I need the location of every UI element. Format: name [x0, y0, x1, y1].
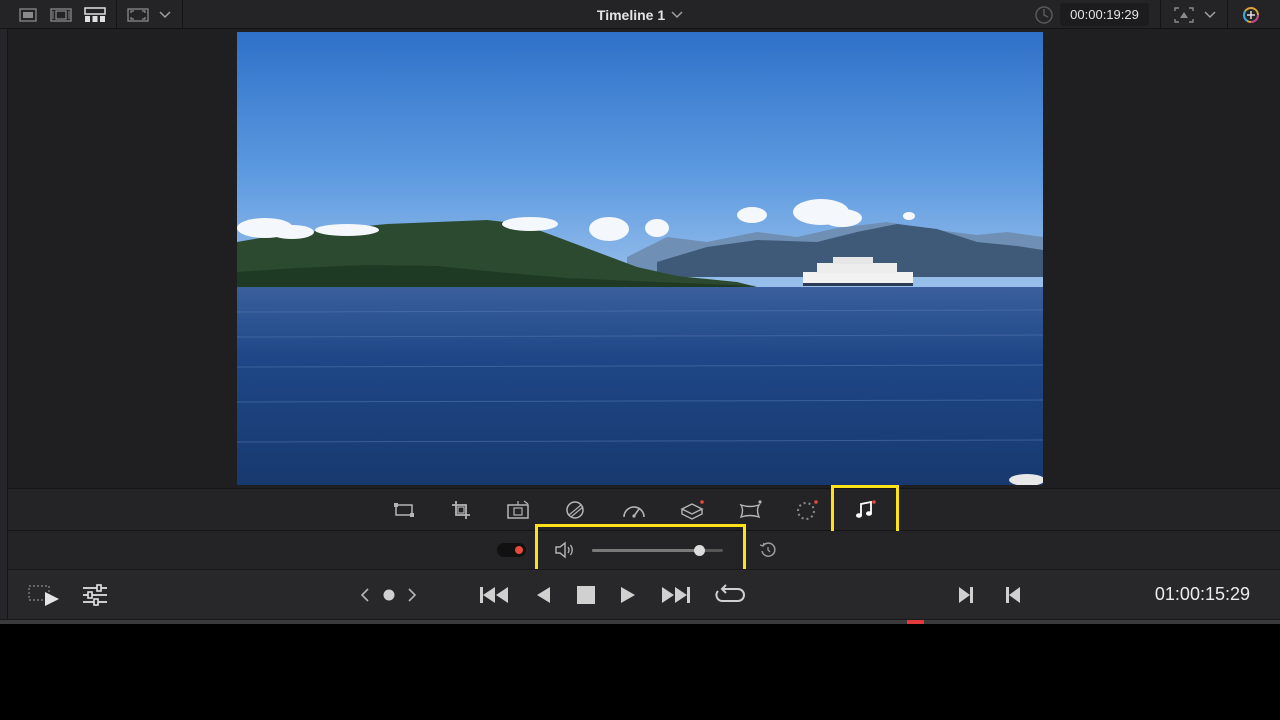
timeline-title: Timeline 1: [596, 6, 666, 23]
speed-icon: [622, 502, 646, 518]
composite-icon: [564, 500, 586, 520]
left-panel-edge: [0, 29, 8, 619]
audio-enable-toggle[interactable]: [497, 543, 526, 557]
effects-icon: [795, 499, 819, 521]
marker-dot-icon[interactable]: [379, 585, 399, 605]
media-pool-view-icon[interactable]: [18, 4, 38, 25]
chevron-down-icon: [671, 10, 683, 19]
speed-tool[interactable]: [621, 499, 647, 521]
video-frame-image: [237, 32, 1043, 485]
volume-control-highlight: [535, 524, 746, 575]
stop-icon[interactable]: [574, 583, 598, 607]
chevron-down-icon[interactable]: [1202, 4, 1218, 25]
timeline-title-dropdown[interactable]: Timeline 1: [560, 0, 720, 29]
color-wheel-icon[interactable]: [1240, 4, 1262, 25]
audio-tool-highlight: [831, 485, 899, 534]
dynamic-zoom-icon: [506, 500, 530, 520]
source-timecode[interactable]: 00:00:19:29: [1060, 3, 1149, 26]
transform-icon: [393, 502, 415, 518]
record-timecode[interactable]: 01:00:15:29: [1155, 584, 1250, 605]
previous-marker-icon[interactable]: [356, 585, 374, 605]
clip-view-icon[interactable]: [49, 4, 73, 25]
mark-out-icon[interactable]: [1001, 583, 1025, 607]
grid-view-icon[interactable]: [83, 4, 107, 25]
viewer-mode-icon[interactable]: [1172, 4, 1196, 25]
empty-area: [0, 624, 1280, 720]
chevron-down-icon[interactable]: [157, 4, 173, 25]
transform-tool[interactable]: [391, 499, 417, 521]
lens-correction-icon: [738, 500, 762, 520]
reset-icon[interactable]: [759, 541, 777, 559]
toggle-indicator: [515, 546, 523, 554]
play-reverse-icon[interactable]: [532, 583, 554, 607]
clip-play-icon[interactable]: [27, 583, 61, 607]
composite-tool[interactable]: [562, 499, 588, 521]
effects-tool[interactable]: [794, 499, 820, 521]
timecode-clock-icon[interactable]: [1033, 4, 1055, 25]
lens-correction-tool[interactable]: [737, 499, 763, 521]
go-to-start-icon[interactable]: [477, 583, 511, 607]
dynamic-zoom-tool[interactable]: [505, 499, 531, 521]
transport-bar: [8, 569, 1280, 619]
crop-tool[interactable]: [448, 499, 474, 521]
viewer-size-icon[interactable]: [126, 4, 150, 25]
stabilization-icon: [679, 499, 705, 521]
top-bar: Timeline 1 00:00:19:29: [0, 0, 1280, 29]
go-to-end-icon[interactable]: [659, 583, 693, 607]
play-icon[interactable]: [617, 583, 639, 607]
crop-icon: [451, 500, 471, 520]
loop-icon[interactable]: [713, 582, 747, 608]
settings-sliders-icon[interactable]: [80, 583, 110, 607]
stabilization-tool[interactable]: [679, 499, 705, 521]
mark-in-icon[interactable]: [954, 583, 978, 607]
next-marker-icon[interactable]: [403, 585, 421, 605]
